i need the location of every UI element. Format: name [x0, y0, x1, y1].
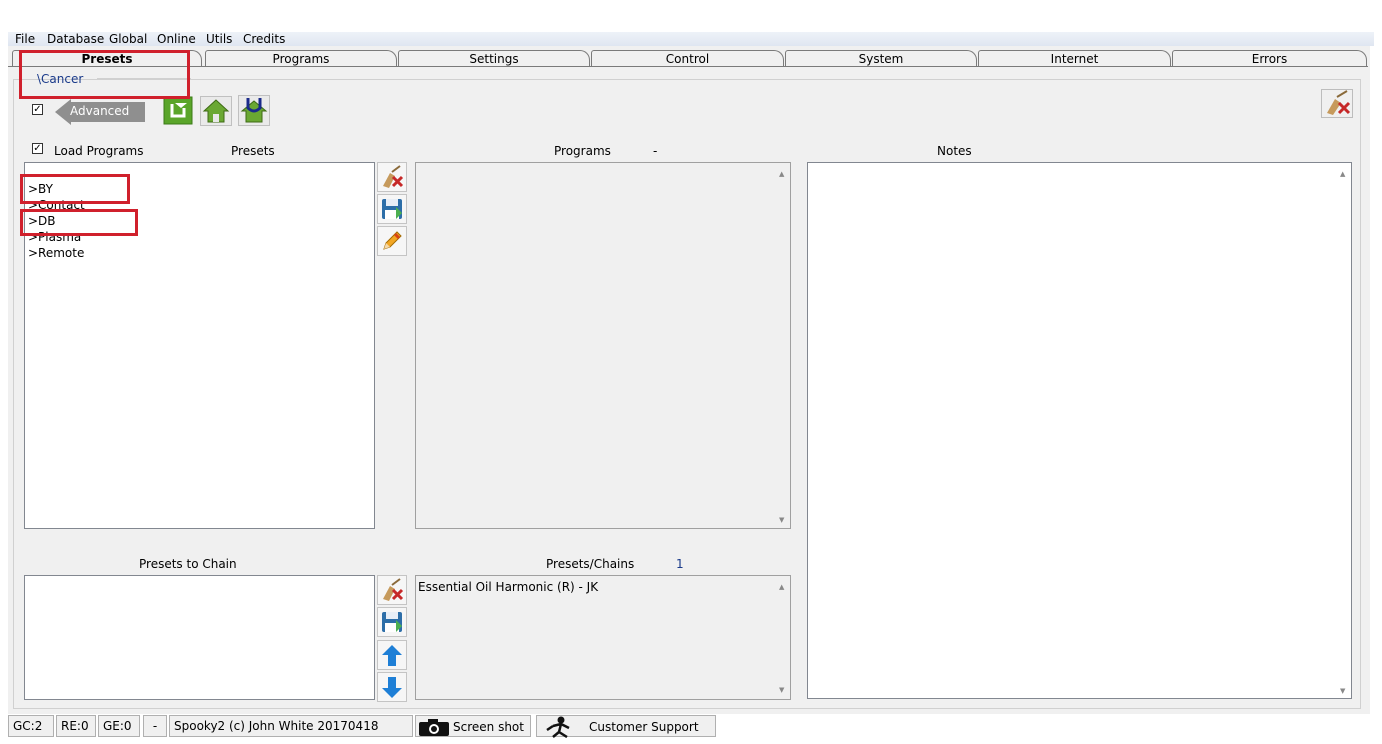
screenshot-button[interactable]: Screen shot — [415, 715, 531, 737]
up-folder-button[interactable] — [163, 96, 193, 125]
notes-header: Notes — [937, 144, 972, 158]
menu-global[interactable]: Global — [109, 32, 147, 46]
status-re: RE:0 — [56, 715, 96, 737]
list-item[interactable]: Essential Oil Harmonic (R) - JK — [418, 580, 598, 594]
presets-to-chain-list[interactable] — [24, 575, 375, 700]
scroll-up-icon[interactable]: ▲ — [779, 170, 784, 178]
save-preset-button[interactable] — [377, 194, 407, 224]
tab-errors[interactable]: Errors — [1172, 50, 1367, 67]
tab-internet[interactable]: Internet — [978, 50, 1171, 67]
tab-control[interactable]: Control — [591, 50, 784, 67]
home-button[interactable] — [200, 96, 232, 126]
camera-icon — [419, 719, 449, 736]
broom-delete-icon — [1321, 89, 1353, 118]
move-down-button[interactable] — [377, 672, 407, 702]
home-icon — [200, 96, 232, 126]
presets-to-chain-header: Presets to Chain — [139, 557, 237, 571]
menu-credits[interactable]: Credits — [243, 32, 285, 46]
status-copyright: Spooky2 (c) John White 20170418 — [169, 715, 413, 737]
menu-utils[interactable]: Utils — [206, 32, 232, 46]
save-icon — [382, 612, 402, 632]
scroll-up-icon[interactable]: ▲ — [1340, 170, 1345, 178]
advanced-arrow-callout: Advanced — [55, 99, 145, 125]
highlight-box — [20, 174, 130, 204]
list-item[interactable]: >Remote — [28, 246, 84, 260]
tab-divider — [8, 66, 1368, 67]
presets-chains-header: Presets/Chains — [546, 557, 635, 571]
move-up-button[interactable] — [377, 640, 407, 670]
menu-file[interactable]: File — [15, 32, 35, 46]
scroll-up-icon[interactable]: ▲ — [779, 583, 784, 591]
programs-list[interactable] — [415, 162, 791, 529]
customer-support-label: Customer Support — [589, 720, 699, 734]
load-programs-checkbox[interactable]: ✓ — [32, 143, 43, 154]
pencil-icon — [383, 231, 402, 250]
delete-preset-button[interactable] — [377, 162, 407, 192]
advanced-checkbox[interactable]: ✓ — [32, 104, 43, 115]
user-home-icon — [238, 95, 270, 126]
screenshot-label: Screen shot — [453, 720, 524, 734]
user-home-button[interactable] — [238, 95, 270, 126]
green-up-arrow-icon — [163, 96, 193, 125]
programs-count: - — [653, 144, 658, 158]
scroll-down-icon[interactable]: ▼ — [779, 686, 784, 694]
status-gc: GC:2 — [8, 715, 54, 737]
advanced-label: Advanced — [70, 104, 130, 118]
highlight-box — [19, 50, 190, 99]
menu-online[interactable]: Online — [157, 32, 196, 46]
tab-programs[interactable]: Programs — [205, 50, 397, 67]
delete-chain-button[interactable] — [377, 575, 407, 605]
presets-header: Presets — [231, 144, 275, 158]
arrow-up-icon — [382, 645, 402, 666]
scroll-down-icon[interactable]: ▼ — [1340, 687, 1345, 695]
notes-textarea[interactable] — [807, 162, 1352, 699]
customer-support-button[interactable]: Customer Support — [536, 715, 716, 738]
support-person-icon — [546, 716, 570, 738]
broom-delete-icon — [383, 165, 404, 188]
save-icon — [382, 199, 402, 219]
menu-bar: File Database Global Online Utils Credit… — [8, 32, 1374, 46]
status-dash: - — [143, 715, 167, 737]
tab-settings[interactable]: Settings — [398, 50, 590, 67]
arrow-down-icon — [382, 677, 402, 698]
menu-database[interactable]: Database — [47, 32, 104, 46]
tab-system[interactable]: System — [785, 50, 977, 67]
edit-preset-button[interactable] — [377, 226, 407, 256]
save-chain-button[interactable] — [377, 607, 407, 637]
load-programs-label: Load Programs — [54, 144, 144, 158]
scroll-down-icon[interactable]: ▼ — [779, 516, 784, 524]
programs-header: Programs — [554, 144, 611, 158]
presets-chains-count: 1 — [676, 557, 684, 571]
clear-all-button[interactable] — [1321, 89, 1353, 118]
broom-delete-icon — [383, 578, 404, 601]
highlight-box — [20, 209, 138, 236]
status-ge: GE:0 — [98, 715, 140, 737]
